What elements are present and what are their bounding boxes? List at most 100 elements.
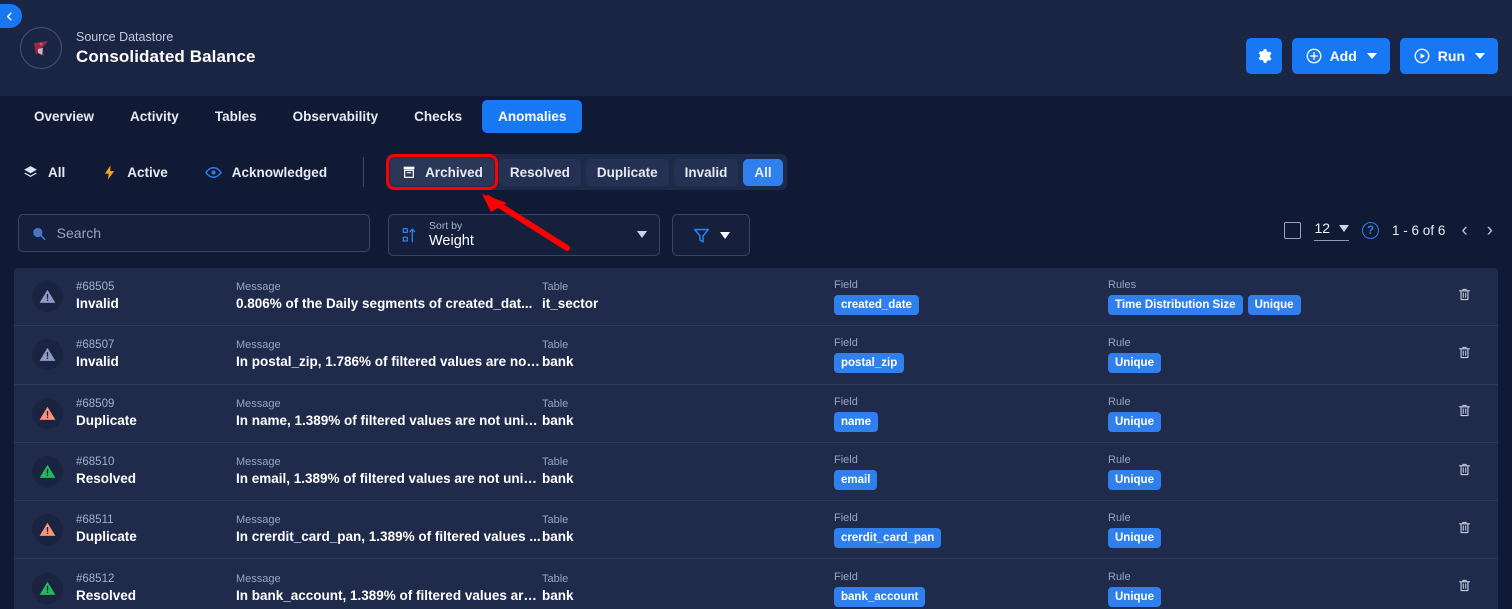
field-pills: postal_zip [834, 353, 1108, 374]
rule-pill[interactable]: Time Distribution Size [1108, 295, 1243, 316]
anomaly-id: #68505 [76, 281, 115, 294]
search-box[interactable] [18, 214, 370, 252]
table-row[interactable]: #68507 Invalid Message In postal_zip, 1.786… [14, 326, 1498, 385]
delete-row-button[interactable] [1457, 402, 1472, 424]
funnel-icon [694, 228, 709, 243]
table-row[interactable]: #68509 Duplicate Message In name, 1.389% of… [14, 384, 1498, 443]
rule-pill[interactable]: Unique [1247, 295, 1301, 316]
field-pill[interactable]: postal_zip [834, 353, 905, 374]
anomaly-status: Invalid [76, 296, 119, 312]
page-size-dropdown[interactable]: 12 [1314, 220, 1350, 241]
message-label: Message [236, 339, 281, 352]
datastore-logo-icon [34, 41, 48, 56]
select-all-checkbox[interactable] [1284, 222, 1302, 239]
rules-pills: Time Distribution Size Unique [1108, 295, 1498, 316]
rule-pill[interactable]: Unique [1108, 353, 1161, 374]
toolbar: Sort by Weight 12 ? 1 - 6 of 6 ‹ › [0, 206, 1512, 262]
delete-row-button[interactable] [1457, 344, 1472, 366]
trash-icon [1458, 580, 1471, 592]
message-label: Message [236, 397, 281, 410]
status-segment-resolved[interactable]: Resolved [498, 158, 581, 186]
tab-checks[interactable]: Checks [398, 100, 478, 133]
plus-circle-icon [1306, 48, 1321, 64]
tab-tables[interactable]: Tables [199, 100, 273, 133]
warning-triangle-icon [39, 289, 56, 303]
next-page-button[interactable]: › [1484, 221, 1496, 240]
warning-triangle-icon [39, 348, 56, 362]
field-pills: created_date [834, 295, 1108, 316]
table-row[interactable]: #68505 Invalid Message 0.806% of the Daily … [14, 268, 1498, 327]
pagination-controls: 12 ? 1 - 6 of 6 ‹ › [1284, 220, 1496, 241]
tab-overview[interactable]: Overview [18, 100, 110, 133]
rule-pill[interactable]: Unique [1108, 586, 1161, 607]
field-pill[interactable]: bank_account [834, 586, 926, 607]
table-label: Table [542, 397, 569, 410]
table-label: Table [542, 281, 569, 294]
status-badge [32, 456, 63, 488]
filter-dropdown-button[interactable] [672, 214, 750, 256]
status-badge [32, 281, 63, 313]
table-value: bank [542, 529, 574, 545]
rules-label: Rule [1108, 512, 1131, 525]
filter-bar: All Active Acknowledged Archived Resolved… [0, 144, 1512, 200]
trash-icon [1458, 346, 1471, 358]
rules-label: Rule [1108, 337, 1131, 350]
field-pill[interactable]: email [834, 470, 878, 491]
tab-bar: Overview Activity Tables Observability Check… [18, 100, 583, 133]
rule-pill[interactable]: Unique [1108, 411, 1161, 432]
table-row[interactable]: #68510 Resolved Message In email, 1.389% of… [14, 442, 1498, 502]
rules-label: Rules [1108, 279, 1137, 292]
tab-observability[interactable]: Observability [277, 100, 395, 133]
add-button[interactable]: Add [1291, 38, 1390, 74]
rules-pills: Unique [1108, 586, 1498, 607]
trash-icon [1458, 463, 1471, 475]
status-segment-all[interactable]: All [743, 158, 783, 186]
add-button-label: Add [1329, 48, 1357, 64]
rule-pill[interactable]: Unique [1108, 528, 1161, 549]
sort-icon [402, 227, 416, 243]
run-button[interactable]: Run [1399, 38, 1498, 74]
field-pills: email [834, 470, 1108, 491]
status-segment-duplicate[interactable]: Duplicate [585, 158, 669, 186]
table-value: bank [542, 587, 574, 603]
filter-quick-acknowledged[interactable]: Acknowledged [204, 163, 327, 182]
delete-row-button[interactable] [1457, 577, 1472, 599]
prev-page-button[interactable]: ‹ [1458, 221, 1470, 240]
status-segment-label: Resolved [509, 164, 570, 180]
delete-row-button[interactable] [1457, 519, 1472, 541]
warning-triangle-icon [39, 406, 56, 420]
archive-icon [403, 166, 415, 178]
status-segment-invalid[interactable]: Invalid [673, 158, 739, 186]
status-segment-archived[interactable]: Archived [386, 154, 498, 190]
field-pill[interactable]: created_date [834, 295, 919, 316]
table-row[interactable]: #68511 Duplicate Message In crerdit_card_pa… [14, 501, 1498, 560]
tab-activity[interactable]: Activity [114, 100, 195, 133]
help-icon[interactable]: ? [1362, 222, 1380, 239]
status-badge [32, 572, 63, 604]
trash-icon [1458, 521, 1471, 533]
search-input[interactable] [56, 225, 357, 241]
settings-button[interactable] [1245, 38, 1282, 74]
rules-label: Rule [1108, 570, 1131, 583]
filter-quick-all[interactable]: All [22, 164, 65, 181]
filter-quick-acknowledged-label: Acknowledged [231, 164, 328, 180]
filter-quick-active[interactable]: Active [101, 164, 168, 181]
delete-row-button[interactable] [1457, 461, 1472, 483]
anomaly-id: #68510 [76, 456, 115, 469]
anomaly-id: #68507 [76, 339, 115, 352]
delete-row-button[interactable] [1457, 286, 1472, 308]
field-pills: name [834, 411, 1108, 432]
page-size-value: 12 [1314, 220, 1331, 236]
page-title: Consolidated Balance [76, 46, 256, 66]
rule-pill[interactable]: Unique [1108, 470, 1161, 491]
tab-anomalies[interactable]: Anomalies [482, 100, 583, 133]
message-value: In crerdit_card_pan, 1.389% of filtered … [236, 529, 541, 545]
table-row[interactable]: #68512 Resolved Message In bank_account, 1.… [14, 559, 1498, 609]
field-pill[interactable]: name [834, 411, 879, 432]
field-pill[interactable]: crerdit_card_pan [834, 528, 942, 549]
rules-label: Rule [1108, 395, 1131, 408]
rules-pills: Unique [1108, 411, 1498, 432]
field-label: Field [834, 337, 858, 350]
sort-by-dropdown[interactable]: Sort by Weight [388, 214, 660, 256]
warning-triangle-icon [39, 464, 56, 478]
